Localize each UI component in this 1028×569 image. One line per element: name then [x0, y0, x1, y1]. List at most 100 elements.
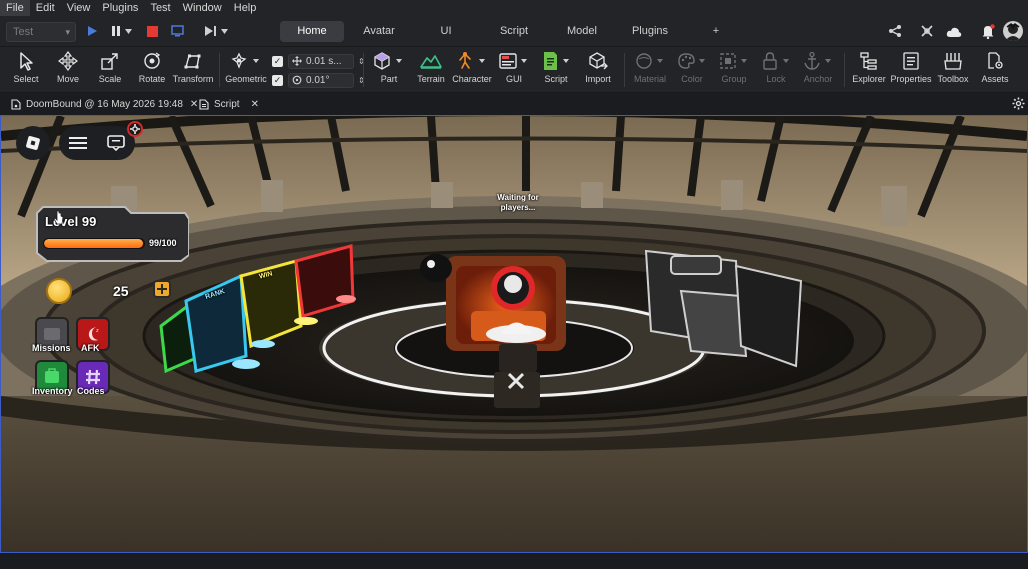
gear-icon[interactable] [1012, 97, 1025, 115]
ribbon-tabs: Home Avatar UI Script Model Plugins + [280, 21, 746, 42]
assets-button[interactable]: Assets [976, 49, 1014, 91]
step-options-button[interactable] [219, 23, 229, 39]
rotate-snap-input[interactable]: 0.01° [288, 72, 354, 88]
hamburger-menu-icon[interactable] [69, 136, 87, 150]
roblox-menu-button[interactable] [16, 126, 50, 160]
missions-icon [44, 328, 60, 340]
tab-plugins[interactable]: Plugins [614, 21, 686, 42]
gui-button[interactable]: GUI [496, 49, 532, 91]
buy-coins-button[interactable] [153, 280, 171, 298]
anchor-button[interactable]: Anchor [798, 49, 838, 91]
tab-ui[interactable]: UI [414, 21, 478, 42]
script-label: Script [544, 74, 568, 84]
cloud-icon[interactable] [946, 25, 962, 43]
chat-bubble-icon[interactable] [107, 135, 125, 151]
play-button[interactable] [84, 23, 100, 39]
step-forward-icon [205, 26, 216, 36]
menu-view[interactable]: View [61, 0, 97, 16]
tab-model[interactable]: Model [550, 21, 614, 42]
terrain-label: Terrain [417, 74, 445, 84]
rotate-snap-row: ✓ 0.01° ⇕ [272, 72, 365, 88]
toolbox-button[interactable]: Toolbox [934, 49, 972, 91]
cube-icon [374, 52, 402, 70]
color-button[interactable]: Color [672, 49, 712, 91]
settings-gear-icon[interactable] [127, 121, 143, 137]
step-button[interactable] [203, 23, 219, 39]
game-viewport[interactable]: Level 99 99/100 25 Missions z AFK Invent… [0, 115, 1028, 553]
material-sphere-icon [636, 53, 663, 69]
hud-menu-pill [59, 126, 135, 160]
import-box-icon [589, 52, 608, 70]
move-snap-input[interactable]: 0.01 s... [288, 53, 354, 69]
properties-button[interactable]: Properties [890, 49, 932, 91]
tab-avatar[interactable]: Avatar [344, 21, 414, 42]
anchor-label: Anchor [803, 74, 833, 84]
group-icon [720, 53, 747, 69]
tab-script[interactable]: Script [478, 21, 550, 42]
chevron-down-icon [220, 28, 228, 34]
character-button[interactable]: Character [450, 49, 494, 91]
collaborate-icon[interactable] [920, 24, 934, 43]
close-icon[interactable]: ✕ [251, 99, 259, 110]
import-label: Import [585, 74, 611, 84]
geometric-mode-button[interactable]: Geometric [224, 49, 268, 91]
select-label: Select [13, 74, 39, 84]
move-tool-button[interactable]: Move [48, 49, 88, 91]
chevron-down-icon: ▾ [65, 27, 70, 37]
group-label: Group [721, 74, 747, 84]
bell-icon[interactable] [981, 24, 995, 44]
close-icon[interactable]: ✕ [190, 99, 198, 110]
rotate-snap-checkbox[interactable]: ✓ [272, 74, 283, 86]
menu-window[interactable]: Window [177, 0, 228, 16]
document-tabs: DoomBound @ 16 May 2026 19:48 ✕ Script ✕ [0, 93, 1028, 115]
lock-button[interactable]: Lock [756, 49, 796, 91]
color-label: Color [681, 74, 703, 84]
pause-button[interactable] [108, 23, 124, 39]
pause-options-button[interactable] [123, 23, 133, 39]
explorer-button[interactable]: Explorer [850, 49, 888, 91]
move-arrows-icon [58, 51, 78, 71]
group-button[interactable]: Group [714, 49, 754, 91]
select-tool-button[interactable]: Select [6, 49, 46, 91]
terrain-button[interactable]: Terrain [412, 49, 450, 91]
tab-script-document[interactable]: Script ✕ [199, 96, 259, 113]
monitor-icon [170, 25, 184, 37]
menu-file[interactable]: File [0, 0, 30, 16]
arena-scene [1, 116, 1027, 552]
move-snap-row: ✓ 0.01 s... ⇕ [272, 53, 365, 69]
menu-help[interactable]: Help [228, 0, 263, 16]
tab-place-document[interactable]: DoomBound @ 16 May 2026 19:48 ✕ [11, 96, 198, 113]
menu-test[interactable]: Test [144, 0, 176, 16]
scale-tool-button[interactable]: Scale [90, 49, 130, 91]
transform-tool-button[interactable]: Transform [172, 49, 214, 91]
menu-edit[interactable]: Edit [30, 0, 61, 16]
add-tab-button[interactable]: + [686, 21, 746, 42]
share-icon[interactable] [888, 24, 902, 43]
assets-label: Assets [981, 74, 1009, 84]
gui-label: GUI [505, 74, 522, 84]
xp-value: 99/100 [149, 238, 177, 248]
cursor-arrow-icon [20, 52, 33, 71]
menu-bar: File Edit View Plugins Test Window Help [0, 0, 1028, 16]
explorer-label: Explorer [852, 74, 886, 84]
coin-count: 25 [113, 283, 129, 299]
move-snap-checkbox[interactable]: ✓ [272, 55, 283, 67]
tab-home[interactable]: Home [280, 21, 344, 42]
ribbon-toolbar: Select Move Scale Rotate Transform Geome… [0, 47, 1028, 93]
material-button[interactable]: Material [630, 49, 670, 91]
client-server-button[interactable] [169, 23, 185, 39]
import-button[interactable]: Import [580, 49, 616, 91]
script-button[interactable]: Script [538, 49, 574, 91]
part-button[interactable]: Part [368, 49, 410, 91]
stop-button[interactable] [144, 23, 160, 39]
test-mode-select[interactable]: Test ▾ [6, 22, 76, 42]
rotate-tool-button[interactable]: Rotate [132, 49, 172, 91]
play-icon [88, 26, 97, 36]
script-file-icon [199, 99, 209, 110]
status-strip [0, 553, 1028, 569]
avatar[interactable] [1003, 21, 1023, 41]
chevron-down-icon [124, 28, 132, 34]
afk-label: AFK [81, 343, 100, 353]
ribbon-divider [624, 53, 625, 87]
menu-plugins[interactable]: Plugins [96, 0, 144, 16]
